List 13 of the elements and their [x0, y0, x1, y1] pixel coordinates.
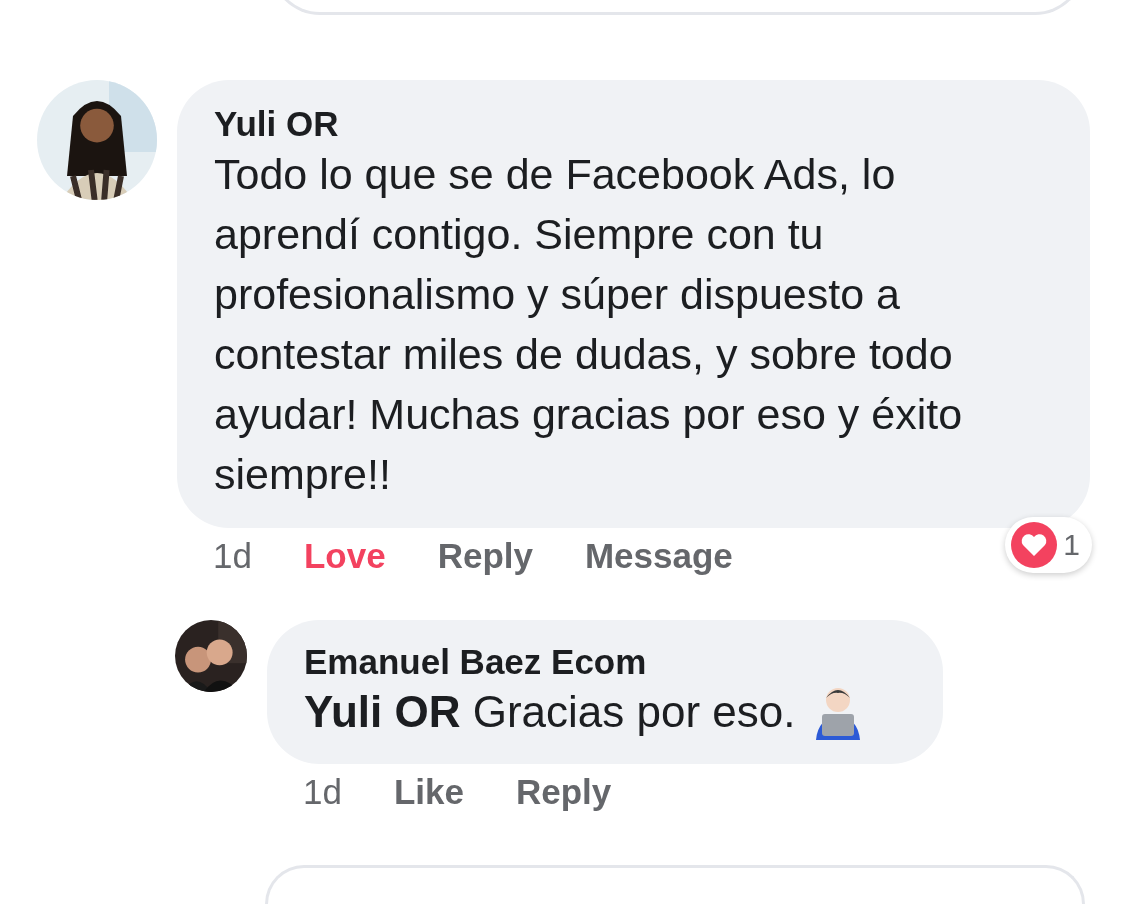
reaction-count: 1 [1063, 528, 1080, 562]
comment-text: Todo lo que se de Facebook Ads, lo aprendí contigo. Siempre con tu profesionalismo y súper dispuesto a contestar miles de dudas, y sobre todo ayudar! Muchas gracias por eso y éxito siempre!! [214, 149, 964, 500]
comment-action[interactable]: Love [303, 536, 386, 576]
comment-author[interactable]: Yuli OR [214, 104, 990, 144]
comment-action[interactable]: Message [584, 536, 733, 576]
comment-action[interactable]: Like [393, 772, 464, 812]
comment-time: 1d [303, 772, 342, 812]
comment-time: 1d [213, 536, 252, 576]
comment-action[interactable]: Reply [516, 772, 612, 812]
comment-text: Yuli OR Gracias por eso. [304, 686, 796, 738]
comment-action[interactable]: Reply [437, 536, 533, 576]
comment-author[interactable]: Emanuel Baez Ecom [304, 642, 907, 682]
reaction-badge[interactable]: 1 [1005, 517, 1092, 573]
